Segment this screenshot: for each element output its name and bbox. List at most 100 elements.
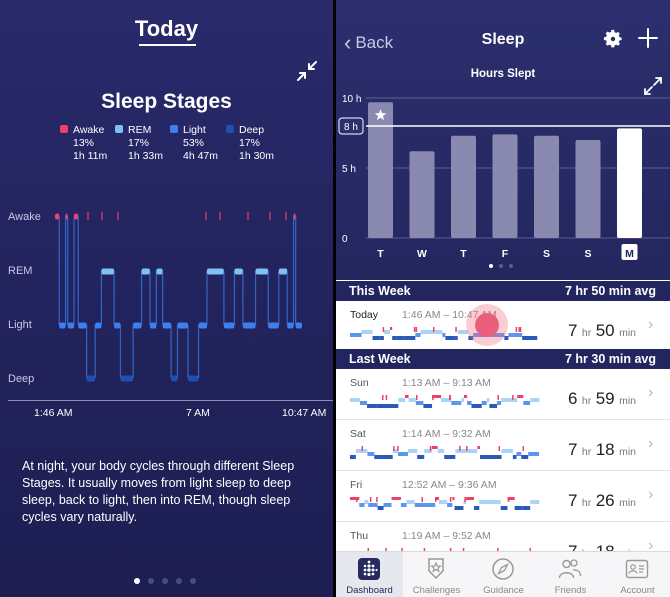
mini-segment <box>467 449 478 453</box>
mini-segment <box>379 455 383 459</box>
stage-segment <box>177 322 188 329</box>
sleep-log-row-sat[interactable]: Sat 1:14 AM – 9:32 AM 7 hr 18 min › <box>336 420 670 471</box>
today-title[interactable]: Today <box>0 16 333 42</box>
mini-segment <box>407 449 418 453</box>
page-dot[interactable] <box>176 578 182 584</box>
x-tick-label: S <box>543 248 550 260</box>
mini-segment <box>454 506 464 510</box>
page-dot[interactable] <box>148 578 154 584</box>
mini-segment <box>455 449 460 453</box>
mini-segment <box>350 398 354 402</box>
mini-awake-tick <box>518 327 520 332</box>
guidance-icon <box>492 558 514 580</box>
legend-light: Light 53% 4h 47m <box>170 124 230 163</box>
sleep-log-row-fri[interactable]: Fri 12:52 AM – 9:36 AM 7 hr 26 min › <box>336 471 670 522</box>
tab-dashboard[interactable]: Dashboard <box>336 552 403 597</box>
mini-awake-tick <box>356 497 358 502</box>
section-average: 7 hr 30 min avg <box>564 352 656 366</box>
bar <box>617 128 642 238</box>
mini-awake-tick <box>416 395 418 400</box>
sleep-header: ‹ Back Sleep Hours Slept 10 h5 h0TWTFSSM8… <box>336 0 670 280</box>
y-tick-label: 0 <box>342 234 348 245</box>
page-dot[interactable] <box>190 578 196 584</box>
page-dot[interactable] <box>499 264 503 268</box>
mini-segment <box>458 401 462 405</box>
bar <box>534 135 559 238</box>
bar <box>492 134 518 238</box>
stage-segment <box>120 375 134 382</box>
mini-segment <box>530 398 540 402</box>
mini-segment <box>513 333 523 337</box>
page-indicator[interactable] <box>134 578 204 586</box>
gear-icon[interactable] <box>602 28 624 50</box>
hours-slept-chart[interactable]: 10 h 5 h 0 T W T F S S M 8 h <box>336 90 670 270</box>
hours-unit: hr <box>581 395 592 407</box>
add-icon[interactable] <box>637 27 659 49</box>
page-dot[interactable] <box>509 264 513 268</box>
legend-duration: 1h 11m <box>73 150 108 162</box>
bar <box>451 135 476 238</box>
stage-segment <box>101 268 115 275</box>
mini-awake-tick <box>376 497 378 502</box>
hours-unit: hr <box>581 446 592 458</box>
legend-percent: 17% <box>128 137 150 149</box>
y-tick-label: 10 h <box>342 94 361 105</box>
mini-segment <box>530 500 540 504</box>
stage-segment <box>268 322 279 329</box>
mini-segment <box>522 506 531 510</box>
mini-segment <box>391 497 401 500</box>
tab-friends[interactable]: Friends <box>537 552 604 597</box>
tab-challenges[interactable]: Challenges <box>403 552 470 597</box>
stage-segment <box>59 322 66 329</box>
hours-unit: hr <box>581 327 592 339</box>
tab-bar: Dashboard Challenges Guidance Friends Ac… <box>336 551 670 597</box>
mini-awake-tick <box>449 497 452 502</box>
chart-page-indicator[interactable] <box>489 264 519 270</box>
mini-segment <box>376 404 387 408</box>
duration-minutes: 26 <box>595 491 615 510</box>
mini-segment <box>501 449 513 453</box>
tab-guidance[interactable]: Guidance <box>470 552 537 597</box>
mini-segment <box>361 330 373 334</box>
legend-name: Light <box>183 124 206 136</box>
page-dot[interactable] <box>162 578 168 584</box>
mini-segment <box>501 398 507 402</box>
tab-label: Challenges <box>412 585 461 596</box>
mini-segment <box>437 449 445 453</box>
x-tick-label: M <box>625 248 634 260</box>
stage-segment <box>255 268 269 275</box>
collapse-icon[interactable] <box>296 60 318 82</box>
stage-segment <box>234 268 243 275</box>
mini-segment <box>490 500 499 504</box>
row-day: Sun <box>350 377 369 389</box>
bar <box>575 140 601 238</box>
sleep-stages-screen: Today Sleep Stages Awake 13% 1h 11m REM … <box>0 0 333 597</box>
row-day: Today <box>350 309 379 321</box>
x-tick-label: T <box>460 248 467 260</box>
tab-label: Friends <box>554 585 587 596</box>
page-dot[interactable] <box>134 578 140 584</box>
friends-icon <box>558 559 582 579</box>
mini-awake-tick <box>466 446 468 451</box>
sleep-log-row-sun[interactable]: Sun 1:13 AM – 9:13 AM 6 hr 59 min › <box>336 369 670 420</box>
stage-segment <box>295 322 302 329</box>
x-tick-label: W <box>417 248 427 260</box>
duration-hours: 7 <box>568 440 578 459</box>
bar <box>368 102 393 238</box>
mini-segment <box>514 506 523 510</box>
mini-awake-tick <box>498 446 501 451</box>
mini-segment <box>445 336 455 340</box>
mini-awake-tick <box>382 395 384 400</box>
legend-duration: 4h 47m <box>183 150 219 162</box>
tab-account[interactable]: Account <box>604 552 670 597</box>
mini-segment <box>397 452 408 456</box>
mini-awake-tick <box>432 395 434 400</box>
stage-segment <box>171 375 178 382</box>
page-dot[interactable] <box>489 264 493 268</box>
mini-awake-tick <box>432 327 435 332</box>
legend-name: Deep <box>239 124 265 136</box>
dashboard-icon <box>358 558 380 580</box>
mini-segment <box>396 336 404 340</box>
mini-awake-tick <box>507 497 510 502</box>
duration-minutes: 50 <box>595 321 615 340</box>
